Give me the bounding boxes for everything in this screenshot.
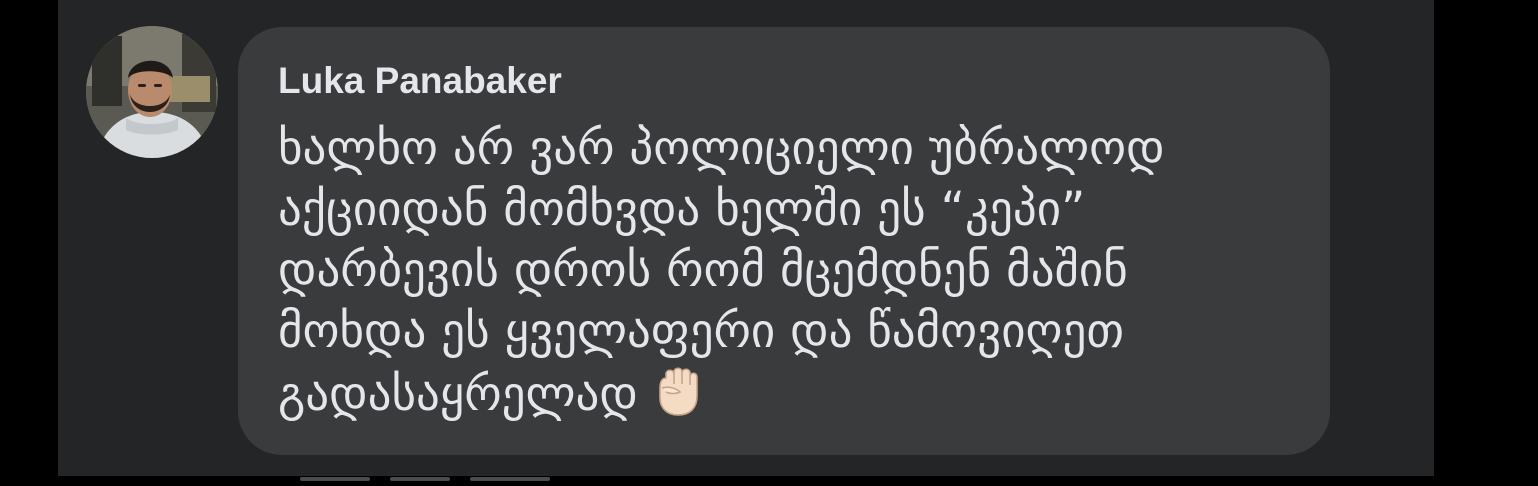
comment-line: ხალხო არ ვარ პოლიციელი უბრალოდ bbox=[278, 121, 1165, 176]
comment-actions-hint bbox=[300, 468, 820, 481]
profile-photo bbox=[86, 26, 218, 158]
avatar[interactable] bbox=[86, 26, 218, 158]
comment-line: მოხდა ეს ყველაფერი და წამოვიღეთ bbox=[278, 304, 1124, 359]
screen: Luka Panabaker ხალხო არ ვარ პოლიციელი უბ… bbox=[0, 0, 1538, 481]
comment-author[interactable]: Luka Panabaker bbox=[278, 58, 562, 104]
comment-line: დარბევის დროს რომ მცემდნენ მაშინ bbox=[278, 243, 1128, 298]
raised-fist-icon bbox=[648, 362, 704, 418]
comment-line: გადასაყრელად bbox=[278, 367, 638, 422]
comment-line-last: გადასაყრელად bbox=[278, 362, 1308, 425]
comment-line: აქციიდან მომხვდა ხელში ეს “კეპი” bbox=[278, 182, 1086, 237]
comment-text: ხალხო არ ვარ პოლიციელი უბრალოდ აქციიდან … bbox=[278, 118, 1308, 425]
